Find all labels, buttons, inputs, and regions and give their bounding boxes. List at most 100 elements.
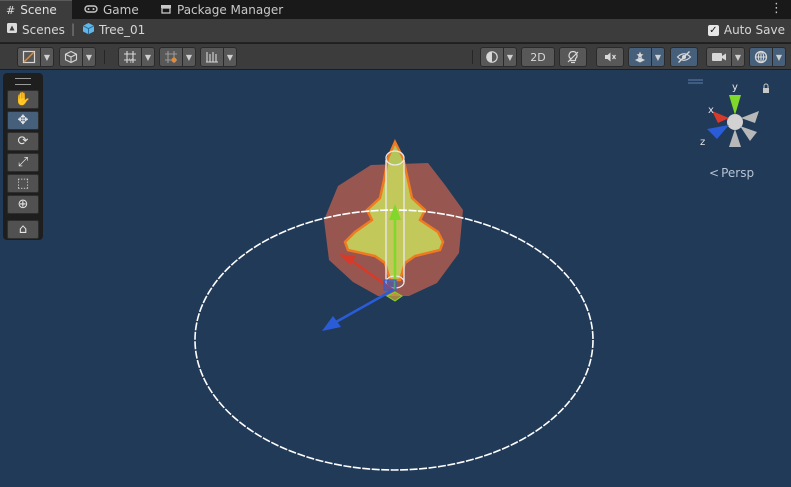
snap-settings-button[interactable] <box>200 47 224 67</box>
breadcrumb-root-label: Scenes <box>22 22 65 37</box>
scale-tool-button[interactable]: ⤢ <box>7 153 39 172</box>
rect-transform-icon: ⬚ <box>16 176 30 191</box>
palette-drag-handle[interactable] <box>15 78 31 85</box>
gizmo-y-cone[interactable] <box>729 95 741 115</box>
svg-text:Y: Y <box>128 58 133 64</box>
camera-settings-button[interactable] <box>706 47 732 67</box>
orientation-gizmo[interactable]: y x z <box>685 75 785 165</box>
rotate-tool-button[interactable]: ⟳ <box>7 132 39 151</box>
draw-mode-button[interactable] <box>17 47 41 67</box>
grid-snap-icon: Y <box>124 51 136 64</box>
move-gizmo-z-axis[interactable] <box>335 288 394 324</box>
tab-game-label: Game <box>103 2 139 17</box>
gizmos-button[interactable] <box>749 47 773 67</box>
tab-game[interactable]: Game <box>78 0 145 19</box>
gizmo-z-label: z <box>700 137 705 148</box>
render-mode-button[interactable] <box>59 47 83 67</box>
effects-button[interactable] <box>628 47 652 67</box>
shaded-sphere-icon <box>486 51 498 63</box>
snap-settings-dropdown[interactable]: ▼ <box>223 47 237 67</box>
rect-tool-button[interactable]: ⬚ <box>7 174 39 193</box>
ruler-icon <box>206 52 218 63</box>
snap-increment-dropdown[interactable]: ▼ <box>182 47 196 67</box>
breadcrumb-root[interactable]: Scenes <box>6 22 65 37</box>
snap-increment-icon <box>165 51 177 63</box>
more-options-icon[interactable]: ⋮ <box>770 1 783 16</box>
tab-package-manager[interactable]: Package Manager <box>154 0 289 19</box>
eye-hidden-icon <box>676 51 692 63</box>
breadcrumb-current[interactable]: Tree_01 <box>82 22 145 38</box>
transform-icon: ⊕ <box>17 197 29 212</box>
chevron-down-icon: ▼ <box>654 52 662 62</box>
rotate-icon: ⟳ <box>17 134 29 149</box>
render-mode-dropdown[interactable]: ▼ <box>82 47 96 67</box>
snap-increment-button[interactable] <box>159 47 183 67</box>
draw-mode-icon <box>22 50 36 64</box>
projection-label: Persp <box>721 166 755 180</box>
chevron-down-icon: ▼ <box>185 52 193 62</box>
move-gizmo-z-arrow[interactable] <box>322 316 341 331</box>
gizmo-center-cube[interactable] <box>727 114 743 130</box>
gizmo-neg-y-cone[interactable] <box>729 129 741 147</box>
scene-visibility-button[interactable] <box>670 47 698 67</box>
editor-tab-bar: # Scene Game Package Manager ⋮ <box>0 0 791 19</box>
toolbar-separator <box>104 50 105 64</box>
chevron-down-icon: ▼ <box>85 52 93 62</box>
chevron-left-icon: < <box>709 166 720 180</box>
breadcrumb-current-label: Tree_01 <box>99 23 146 37</box>
gizmo-neg-z-cone[interactable] <box>740 126 757 141</box>
camera-icon <box>712 53 726 61</box>
transform-tool-button[interactable]: ⊕ <box>7 195 39 214</box>
tool-palette: ✋ ✥ ⟳ ⤢ ⬚ ⊕ ⌂ <box>3 73 43 240</box>
mode-2d-button[interactable]: 2D <box>521 47 555 67</box>
gizmo-neg-x-cone[interactable] <box>741 111 759 123</box>
custom-tool-button[interactable]: ⌂ <box>7 220 39 239</box>
package-icon <box>160 3 172 17</box>
unity-scene-icon <box>6 22 18 37</box>
move-gizmo-xy-plane[interactable] <box>383 279 397 291</box>
effects-icon <box>635 51 645 63</box>
scene-render <box>194 139 594 471</box>
move-arrows-icon: ✥ <box>17 113 29 128</box>
auto-save-toggle[interactable]: ✓ Auto Save <box>707 23 785 37</box>
lighting-toggle-button[interactable] <box>559 47 587 67</box>
move-tool-button[interactable]: ✥ <box>7 111 39 130</box>
gizmos-dropdown[interactable]: ▼ <box>772 47 786 67</box>
scene-toolbar: ▼ ▼ Y ▼ ▼ ▼ ▼ 2D ▼ ▼ ▼ <box>0 44 791 70</box>
chevron-down-icon: ▼ <box>43 52 51 62</box>
scale-icon: ⤢ <box>17 155 29 170</box>
lock-icon <box>763 88 769 93</box>
chevron-down-icon: ▼ <box>734 52 742 62</box>
gizmo-x-cone[interactable] <box>712 111 729 123</box>
chevron-down-icon: ▼ <box>226 52 234 62</box>
effects-dropdown[interactable]: ▼ <box>651 47 665 67</box>
gamepad-icon <box>84 3 98 17</box>
chevron-down-icon: ▼ <box>506 52 514 62</box>
grid-snapping-dropdown[interactable]: ▼ <box>141 47 155 67</box>
lightbulb-icon <box>567 50 579 64</box>
shading-mode-dropdown[interactable]: ▼ <box>503 47 517 67</box>
grid-snapping-button[interactable]: Y <box>118 47 142 67</box>
auto-save-label: Auto Save <box>723 23 785 37</box>
projection-toggle[interactable]: < Persp <box>709 166 754 180</box>
gizmo-y-label: y <box>732 82 738 93</box>
tab-scene-label: Scene <box>20 3 57 17</box>
shading-mode-button[interactable] <box>480 47 504 67</box>
gizmo-z-cone[interactable] <box>707 125 729 139</box>
camera-settings-dropdown[interactable]: ▼ <box>731 47 745 67</box>
toolbar-separator <box>472 50 473 64</box>
breadcrumb-separator: | <box>71 22 76 36</box>
scene-viewport[interactable]: ✋ ✥ ⟳ ⤢ ⬚ ⊕ ⌂ y x z < Persp <box>0 70 791 487</box>
breadcrumb: Scenes | Tree_01 ✓ Auto Save <box>0 19 791 43</box>
audio-toggle-button[interactable] <box>596 47 624 67</box>
chevron-down-icon: ▼ <box>144 52 152 62</box>
tab-scene[interactable]: # Scene <box>0 0 72 19</box>
auto-save-checkbox[interactable]: ✓ <box>707 24 719 36</box>
hand-tool-button[interactable]: ✋ <box>7 90 39 109</box>
draw-mode-dropdown[interactable]: ▼ <box>40 47 54 67</box>
tab-package-manager-label: Package Manager <box>177 2 284 17</box>
chevron-down-icon: ▼ <box>775 52 783 62</box>
grid-icon: # <box>6 3 16 17</box>
cube-wire-icon <box>64 50 78 64</box>
gizmo-x-label: x <box>708 105 714 116</box>
